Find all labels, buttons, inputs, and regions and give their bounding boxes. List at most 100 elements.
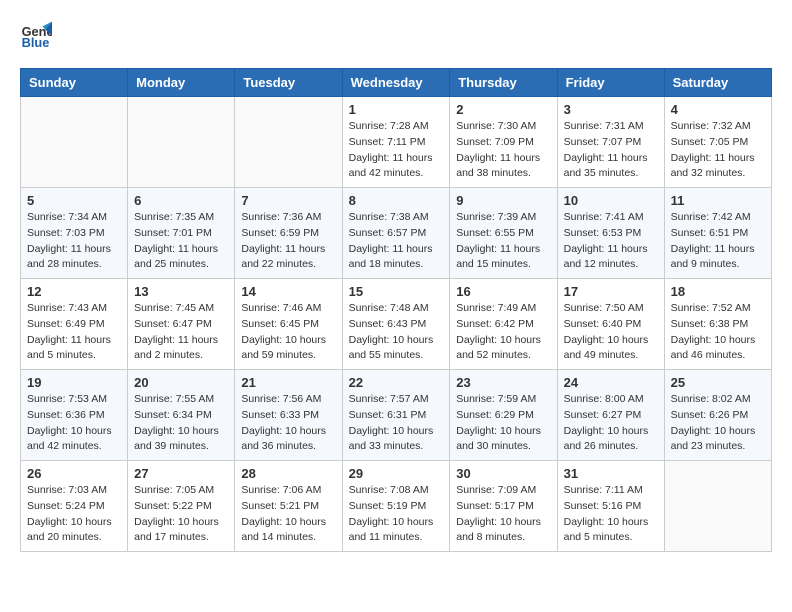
daylight-label: Daylight: 10 hours and 14 minutes.	[241, 516, 326, 544]
day-number: 18	[671, 284, 765, 299]
sunrise-label: Sunrise: 7:30 AM	[456, 120, 536, 132]
sunrise-label: Sunrise: 7:49 AM	[456, 302, 536, 314]
calendar-cell: 2Sunrise: 7:30 AMSunset: 7:09 PMDaylight…	[450, 97, 557, 188]
sunset-label: Sunset: 6:40 PM	[564, 318, 642, 330]
day-number: 31	[564, 466, 658, 481]
daylight-label: Daylight: 10 hours and 11 minutes.	[349, 516, 434, 544]
calendar-cell: 10Sunrise: 7:41 AMSunset: 6:53 PMDayligh…	[557, 188, 664, 279]
calendar-cell: 17Sunrise: 7:50 AMSunset: 6:40 PMDayligh…	[557, 279, 664, 370]
calendar-cell: 3Sunrise: 7:31 AMSunset: 7:07 PMDaylight…	[557, 97, 664, 188]
sunset-label: Sunset: 6:33 PM	[241, 409, 319, 421]
daylight-label: Daylight: 10 hours and 30 minutes.	[456, 425, 541, 453]
day-info: Sunrise: 7:45 AMSunset: 6:47 PMDaylight:…	[134, 301, 228, 364]
sunset-label: Sunset: 6:27 PM	[564, 409, 642, 421]
sunrise-label: Sunrise: 7:45 AM	[134, 302, 214, 314]
header-saturday: Saturday	[664, 69, 771, 97]
sunset-label: Sunset: 6:31 PM	[349, 409, 427, 421]
day-number: 9	[456, 193, 550, 208]
day-number: 21	[241, 375, 335, 390]
daylight-label: Daylight: 10 hours and 20 minutes.	[27, 516, 112, 544]
calendar-cell: 5Sunrise: 7:34 AMSunset: 7:03 PMDaylight…	[21, 188, 128, 279]
sunset-label: Sunset: 6:55 PM	[456, 227, 534, 239]
calendar-body: 1Sunrise: 7:28 AMSunset: 7:11 PMDaylight…	[21, 97, 772, 552]
day-number: 5	[27, 193, 121, 208]
logo: General Blue	[20, 20, 56, 52]
calendar-cell: 19Sunrise: 7:53 AMSunset: 6:36 PMDayligh…	[21, 370, 128, 461]
day-info: Sunrise: 7:52 AMSunset: 6:38 PMDaylight:…	[671, 301, 765, 364]
sunset-label: Sunset: 7:05 PM	[671, 136, 749, 148]
calendar-cell: 28Sunrise: 7:06 AMSunset: 5:21 PMDayligh…	[235, 461, 342, 552]
day-number: 26	[27, 466, 121, 481]
logo-icon: General Blue	[20, 20, 52, 52]
header-friday: Friday	[557, 69, 664, 97]
daylight-label: Daylight: 11 hours and 38 minutes.	[456, 152, 540, 180]
calendar-cell: 18 Sunrise: 7:52 AMSunset: 6:38 PMDayligh…	[664, 279, 771, 370]
day-info: Sunrise: 7:11 AM Sunset: 5:16 PM Daylight:…	[564, 483, 658, 546]
day-info: Sunrise: 7:36 AMSunset: 6:59 PMDaylight:…	[241, 210, 335, 273]
daylight-label: Daylight: 11 hours and 32 minutes.	[671, 152, 755, 180]
day-info: Sunrise: 7:35 AMSunset: 7:01 PMDaylight:…	[134, 210, 228, 273]
calendar-cell: 20Sunrise: 7:55 AMSunset: 6:34 PMDayligh…	[128, 370, 235, 461]
day-info: Sunrise: 7:38 AMSunset: 6:57 PMDaylight:…	[349, 210, 444, 273]
header-tuesday: Tuesday	[235, 69, 342, 97]
day-info: Sunrise: 8:00 AM Sunset: 6:27 PM Daylight:…	[564, 392, 658, 455]
day-number: 27	[134, 466, 228, 481]
sunrise-label: Sunrise: 7:52 AM	[671, 302, 751, 314]
daylight-label: Daylight: 10 hours and 26 minutes.	[564, 425, 649, 453]
calendar-week-3: 12Sunrise: 7:43 AMSunset: 6:49 PMDayligh…	[21, 279, 772, 370]
daylight-label: Daylight: 10 hours and 23 minutes.	[671, 425, 756, 453]
svg-text:Blue: Blue	[22, 35, 50, 50]
sunrise-label: Sunrise: 7:41 AM	[564, 211, 644, 223]
sunrise-label: Sunrise: 7:43 AM	[27, 302, 107, 314]
daylight-label: Daylight: 10 hours and 17 minutes.	[134, 516, 219, 544]
calendar-cell: 14Sunrise: 7:46 AMSunset: 6:45 PMDayligh…	[235, 279, 342, 370]
day-number: 28	[241, 466, 335, 481]
calendar-cell: 31 Sunrise: 7:11 AM Sunset: 5:16 PM Dayligh…	[557, 461, 664, 552]
daylight-label: Daylight: 10 hours and 52 minutes.	[456, 334, 541, 362]
calendar-cell: 7Sunrise: 7:36 AMSunset: 6:59 PMDaylight…	[235, 188, 342, 279]
sunrise-label: Sunrise: 7:32 AM	[671, 120, 751, 132]
day-info: Sunrise: 7:32 AM Sunset: 7:05 PM Daylight:…	[671, 119, 765, 182]
day-info: Sunrise: 7:46 AMSunset: 6:45 PMDaylight:…	[241, 301, 335, 364]
sunrise-label: Sunrise: 7:03 AM	[27, 484, 107, 496]
day-info: Sunrise: 7:56 AMSunset: 6:33 PMDaylight:…	[241, 392, 335, 455]
sunrise-label: Sunrise: 7:38 AM	[349, 211, 429, 223]
calendar-cell: 4 Sunrise: 7:32 AM Sunset: 7:05 PM Daylight…	[664, 97, 771, 188]
sunrise-label: Sunrise: 7:39 AM	[456, 211, 536, 223]
daylight-label: Daylight: 11 hours and 42 minutes.	[349, 152, 433, 180]
sunset-label: Sunset: 5:22 PM	[134, 500, 212, 512]
day-info: Sunrise: 7:05 AM Sunset: 5:22 PM Daylight:…	[134, 483, 228, 546]
sunrise-label: Sunrise: 7:11 AM	[564, 484, 643, 496]
sunrise-label: Sunrise: 7:42 AM	[671, 211, 751, 223]
sunrise-label: Sunrise: 7:05 AM	[134, 484, 214, 496]
calendar-week-5: 26Sunrise: 7:03 AMSunset: 5:24 PMDayligh…	[21, 461, 772, 552]
calendar-week-1: 1Sunrise: 7:28 AMSunset: 7:11 PMDaylight…	[21, 97, 772, 188]
sunset-label: Sunset: 6:29 PM	[456, 409, 534, 421]
day-info: Sunrise: 7:30 AMSunset: 7:09 PMDaylight:…	[456, 119, 550, 182]
sunset-label: Sunset: 6:47 PM	[134, 318, 212, 330]
day-number: 10	[564, 193, 658, 208]
calendar-week-4: 19Sunrise: 7:53 AMSunset: 6:36 PMDayligh…	[21, 370, 772, 461]
calendar-table: SundayMondayTuesdayWednesdayThursdayFrid…	[20, 68, 772, 552]
day-info: Sunrise: 7:43 AMSunset: 6:49 PMDaylight:…	[27, 301, 121, 364]
sunset-label: Sunset: 6:34 PM	[134, 409, 212, 421]
calendar-cell	[664, 461, 771, 552]
calendar-cell: 25Sunrise: 8:02 AMSunset: 6:26 PMDayligh…	[664, 370, 771, 461]
sunset-label: Sunset: 5:17 PM	[456, 500, 534, 512]
sunrise-label: Sunrise: 7:55 AM	[134, 393, 214, 405]
header-monday: Monday	[128, 69, 235, 97]
calendar-cell: 15Sunrise: 7:48 AMSunset: 6:43 PMDayligh…	[342, 279, 450, 370]
calendar-cell: 24Sunrise: 8:00 AMSunset: 6:27 PMDayligh…	[557, 370, 664, 461]
daylight-label: Daylight: 11 hours and 22 minutes.	[241, 243, 325, 271]
sunset-label: Sunset: 6:36 PM	[27, 409, 105, 421]
sunrise-label: Sunrise: 8:00 AM	[564, 393, 644, 405]
calendar-cell	[128, 97, 235, 188]
sunset-label: Sunset: 7:03 PM	[27, 227, 105, 239]
day-info: Sunrise: 7:50 AMSunset: 6:40 PMDaylight:…	[564, 301, 658, 364]
sunset-label: Sunset: 5:16 PM	[564, 500, 642, 512]
sunset-label: Sunset: 5:19 PM	[349, 500, 427, 512]
day-number: 4	[671, 102, 765, 117]
sunrise-label: Sunrise: 7:31 AM	[564, 120, 644, 132]
daylight-label: Daylight: 10 hours and 5 minutes.	[564, 516, 649, 544]
page-header: General Blue	[20, 20, 772, 52]
